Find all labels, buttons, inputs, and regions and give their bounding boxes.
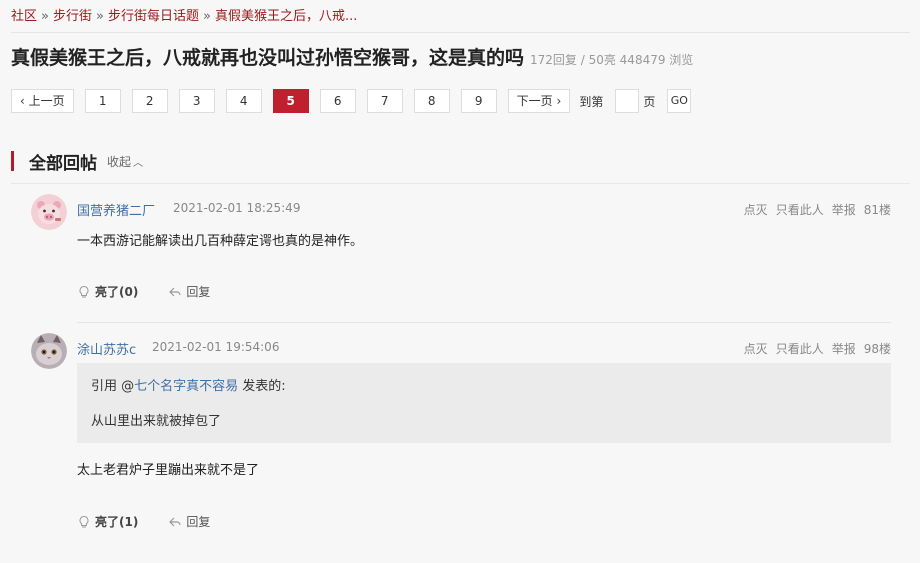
chevron-up-icon: ︿ (133, 157, 144, 169)
post-divider (77, 322, 891, 323)
reply-post: 国营养猪二厂 2021-02-01 18:25:49 点灭 只看此人 举报 81楼 一… (31, 194, 891, 314)
page-button-4[interactable]: 4 (225, 89, 262, 113)
cat-avatar[interactable] (31, 333, 67, 369)
collapse-toggle[interactable]: 收起 ︿ (107, 153, 143, 170)
like-button[interactable]: 亮了(0) (77, 283, 138, 300)
pagination: ‹ 上一页 1 2 3 4 5 6 7 8 9 下一页 › 到第 页 GO (11, 89, 692, 113)
breadcrumb-current-thread[interactable]: 真假美猴王之后，八戒... (215, 9, 357, 24)
breadcrumb: 社区» 步行街» 步行街每日话题» 真假美猴王之后，八戒... (11, 5, 357, 24)
pig-avatar[interactable] (31, 194, 67, 230)
reply-post: 涂山苏苏c 2021-02-01 19:54:06 点灭 只看此人 举报 98楼 引用… (31, 333, 891, 553)
only-this-user-button[interactable]: 只看此人 (776, 203, 824, 217)
post-footer: 亮了(0) 回复 (77, 283, 240, 300)
quote-header: 引用 @七个名字真不容易 发表的: (91, 375, 877, 394)
breadcrumb-separator: » (96, 9, 104, 24)
like-label: 亮了(1) (95, 515, 139, 529)
reply-arrow-icon (169, 287, 181, 296)
section-accent-bar (11, 151, 14, 171)
breadcrumb-community[interactable]: 社区 (11, 9, 37, 24)
post-username[interactable]: 涂山苏苏c (77, 339, 136, 358)
goto-label: 到第 (579, 94, 604, 109)
post-footer: 亮了(1) 回复 (77, 513, 240, 530)
quote-text: 从山里出来就被掉包了 (91, 414, 222, 429)
page-button-3[interactable]: 3 (178, 89, 215, 113)
report-button[interactable]: 举报 (832, 342, 856, 356)
page-number-input[interactable] (615, 89, 640, 113)
post-timestamp: 2021-02-01 19:54:06 (152, 340, 280, 354)
quote-prefix: 引用 @ (91, 379, 135, 394)
reply-label: 回复 (186, 285, 211, 299)
floor-number: 81楼 (863, 203, 891, 217)
breadcrumb-pedestrian-street[interactable]: 步行街 (53, 9, 92, 24)
page-suffix-label: 页 (643, 94, 656, 109)
lightbulb-icon (79, 285, 89, 297)
like-label: 亮了(0) (95, 285, 139, 299)
quoted-post: 引用 @七个名字真不容易 发表的: 从山里出来就被掉包了 (77, 363, 891, 443)
page-button-current[interactable]: 5 (272, 89, 309, 113)
breadcrumb-daily-topic[interactable]: 步行街每日话题 (108, 9, 199, 24)
page-button-7[interactable]: 7 (366, 89, 403, 113)
reply-arrow-icon (169, 517, 181, 526)
post-content: 一本西游记能解读出几百种薛定谔也真的是神作。 (77, 234, 364, 249)
lightbulb-icon (79, 515, 89, 527)
floor-number: 98楼 (863, 342, 891, 356)
post-actions: 点灭 只看此人 举报 81楼 (736, 201, 891, 218)
next-page-button[interactable]: 下一页 › (507, 89, 571, 113)
breadcrumb-separator: » (202, 9, 211, 24)
quote-suffix: 发表的: (238, 379, 286, 394)
next-page-label: 下一页 (516, 94, 553, 108)
post-timestamp: 2021-02-01 18:25:49 (173, 201, 301, 215)
collapse-label: 收起 (107, 154, 132, 169)
thread-title: 真假美猴王之后，八戒就再也没叫过孙悟空猴哥，这是真的吗 (11, 47, 525, 69)
only-this-user-button[interactable]: 只看此人 (776, 342, 824, 356)
dislike-button[interactable]: 点灭 (744, 203, 768, 217)
page-button-8[interactable]: 8 (413, 89, 450, 113)
chevron-right-icon: › (556, 94, 562, 108)
section-divider (11, 183, 910, 184)
chevron-left-icon: ‹ (20, 94, 25, 108)
post-actions: 点灭 只看此人 举报 98楼 (736, 340, 891, 357)
thread-stats: 172回复 / 50亮 448479 浏览 (530, 53, 694, 67)
post-content: 太上老君炉子里蹦出来就不是了 (77, 463, 260, 478)
reply-button[interactable]: 回复 (168, 283, 210, 300)
prev-page-button[interactable]: ‹ 上一页 (11, 89, 74, 113)
breadcrumb-separator: » (41, 9, 49, 24)
page-button-9[interactable]: 9 (460, 89, 497, 113)
prev-page-label: 上一页 (28, 94, 65, 108)
like-button[interactable]: 亮了(1) (77, 513, 138, 530)
reply-button[interactable]: 回复 (168, 513, 210, 530)
page-button-2[interactable]: 2 (131, 89, 168, 113)
reply-label: 回复 (186, 515, 211, 529)
thread-header: 真假美猴王之后，八戒就再也没叫过孙悟空猴哥，这是真的吗 172回复 / 50亮 4… (11, 43, 693, 70)
go-button[interactable]: GO (667, 89, 692, 113)
header-divider (11, 32, 910, 33)
dislike-button[interactable]: 点灭 (744, 342, 768, 356)
report-button[interactable]: 举报 (832, 203, 856, 217)
page-button-6[interactable]: 6 (319, 89, 356, 113)
page-button-1[interactable]: 1 (84, 89, 121, 113)
post-username[interactable]: 国营养猪二厂 (77, 200, 155, 219)
quoted-username[interactable]: 七个名字真不容易 (134, 379, 238, 394)
replies-section-header: 全部回帖 收起 ︿ (11, 150, 143, 174)
section-title: 全部回帖 (29, 153, 97, 174)
